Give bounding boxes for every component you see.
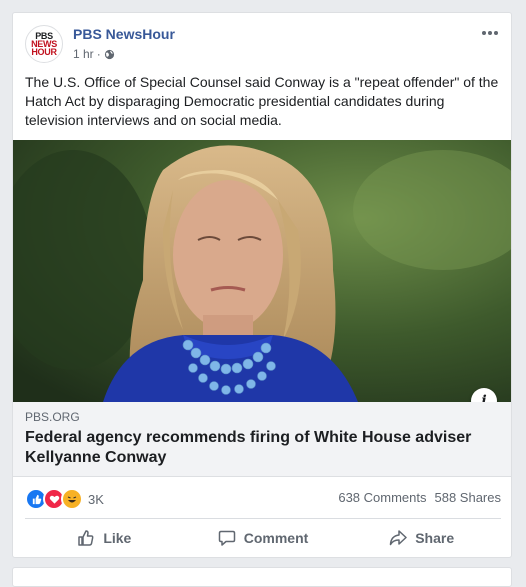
comment-button[interactable]: Comment xyxy=(184,523,343,553)
share-label: Share xyxy=(415,530,455,546)
reactions-summary[interactable]: 3K xyxy=(25,488,104,510)
next-post-card xyxy=(12,567,512,587)
comments-count-link[interactable]: 638 Comments xyxy=(338,490,426,505)
post-timestamp[interactable]: 1 hr xyxy=(73,47,94,61)
haha-reaction-icon xyxy=(61,488,83,510)
more-options-button[interactable] xyxy=(479,27,501,43)
link-preview-box[interactable]: PBS.ORG Federal agency recommends firing… xyxy=(13,402,511,477)
post-header: PBS NEWS HOUR PBS NewsHour 1 hr · xyxy=(25,25,501,65)
reaction-count: 3K xyxy=(88,491,104,507)
ellipsis-icon xyxy=(482,31,498,35)
page-avatar[interactable]: PBS NEWS HOUR xyxy=(25,25,63,63)
thumbs-up-icon xyxy=(78,530,94,546)
engagement-stats: 3K 638 Comments 588 Shares xyxy=(25,487,501,510)
share-button[interactable]: Share xyxy=(342,523,501,553)
link-title[interactable]: Federal agency recommends firing of Whit… xyxy=(25,428,495,468)
page-name-link[interactable]: PBS NewsHour xyxy=(73,26,175,42)
comment-icon xyxy=(218,530,235,546)
like-label: Like xyxy=(103,530,132,546)
logo-line-3: HOUR xyxy=(31,47,57,57)
meta-separator: · xyxy=(96,47,101,61)
photo-illustration xyxy=(13,140,511,402)
shares-count-link[interactable]: 588 Shares xyxy=(435,490,502,505)
like-button[interactable]: Like xyxy=(25,523,184,553)
share-arrow-icon xyxy=(389,530,407,546)
action-bar: Like Comment Share xyxy=(25,523,501,553)
post-body-text: The U.S. Office of Special Counsel said … xyxy=(25,74,499,128)
post-meta: 1 hr · xyxy=(73,47,115,61)
link-domain: PBS.ORG xyxy=(25,410,80,424)
post-card: PBS NEWS HOUR PBS NewsHour 1 hr · The U.… xyxy=(12,12,512,558)
comment-label: Comment xyxy=(243,530,309,546)
action-divider xyxy=(25,518,501,519)
link-preview-image[interactable] xyxy=(13,140,511,402)
globe-icon xyxy=(104,49,114,59)
comment-share-counts: 638 Comments 588 Shares xyxy=(338,490,501,505)
